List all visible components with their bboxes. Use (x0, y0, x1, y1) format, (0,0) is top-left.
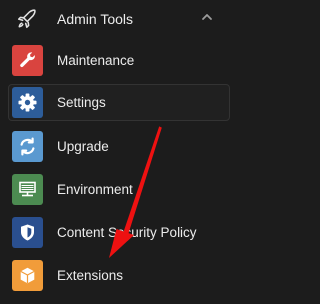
menu-item-environment[interactable]: Environment (8, 171, 232, 208)
content-security-policy-tile (12, 217, 43, 248)
extensions-tile (12, 260, 43, 291)
admin-tools-section-header[interactable]: Admin Tools (0, 0, 232, 38)
settings-tile (12, 87, 43, 118)
menu-item-label: Content Security Policy (57, 225, 197, 240)
maintenance-tile (12, 45, 43, 76)
menu-item-label: Settings (57, 95, 106, 110)
section-title: Admin Tools (57, 11, 134, 27)
menu-item-label: Maintenance (57, 53, 135, 68)
menu-item-maintenance[interactable]: Maintenance (8, 42, 232, 79)
menu-item-upgrade[interactable]: Upgrade (8, 128, 232, 165)
chevron-up-icon[interactable] (199, 11, 215, 23)
wrench-icon (20, 52, 35, 68)
shield-icon (21, 224, 34, 241)
environment-tile (12, 174, 43, 205)
menu-item-content-security-policy[interactable]: Content Security Policy (8, 214, 232, 251)
upgrade-tile (12, 131, 43, 162)
menu-item-settings[interactable]: Settings (8, 84, 230, 121)
admin-tools-panel: Admin Tools Maintenance Settings Upgrade… (0, 0, 232, 304)
menu-item-label: Environment (57, 182, 133, 197)
menu-item-label: Upgrade (57, 139, 109, 154)
box-icon (20, 267, 35, 284)
gear-icon (18, 93, 37, 112)
rocket-icon (17, 9, 36, 29)
menu-item-extensions[interactable]: Extensions (8, 257, 232, 294)
menu-item-label: Extensions (57, 268, 124, 283)
refresh-icon (20, 137, 35, 156)
server-icon (19, 181, 36, 197)
